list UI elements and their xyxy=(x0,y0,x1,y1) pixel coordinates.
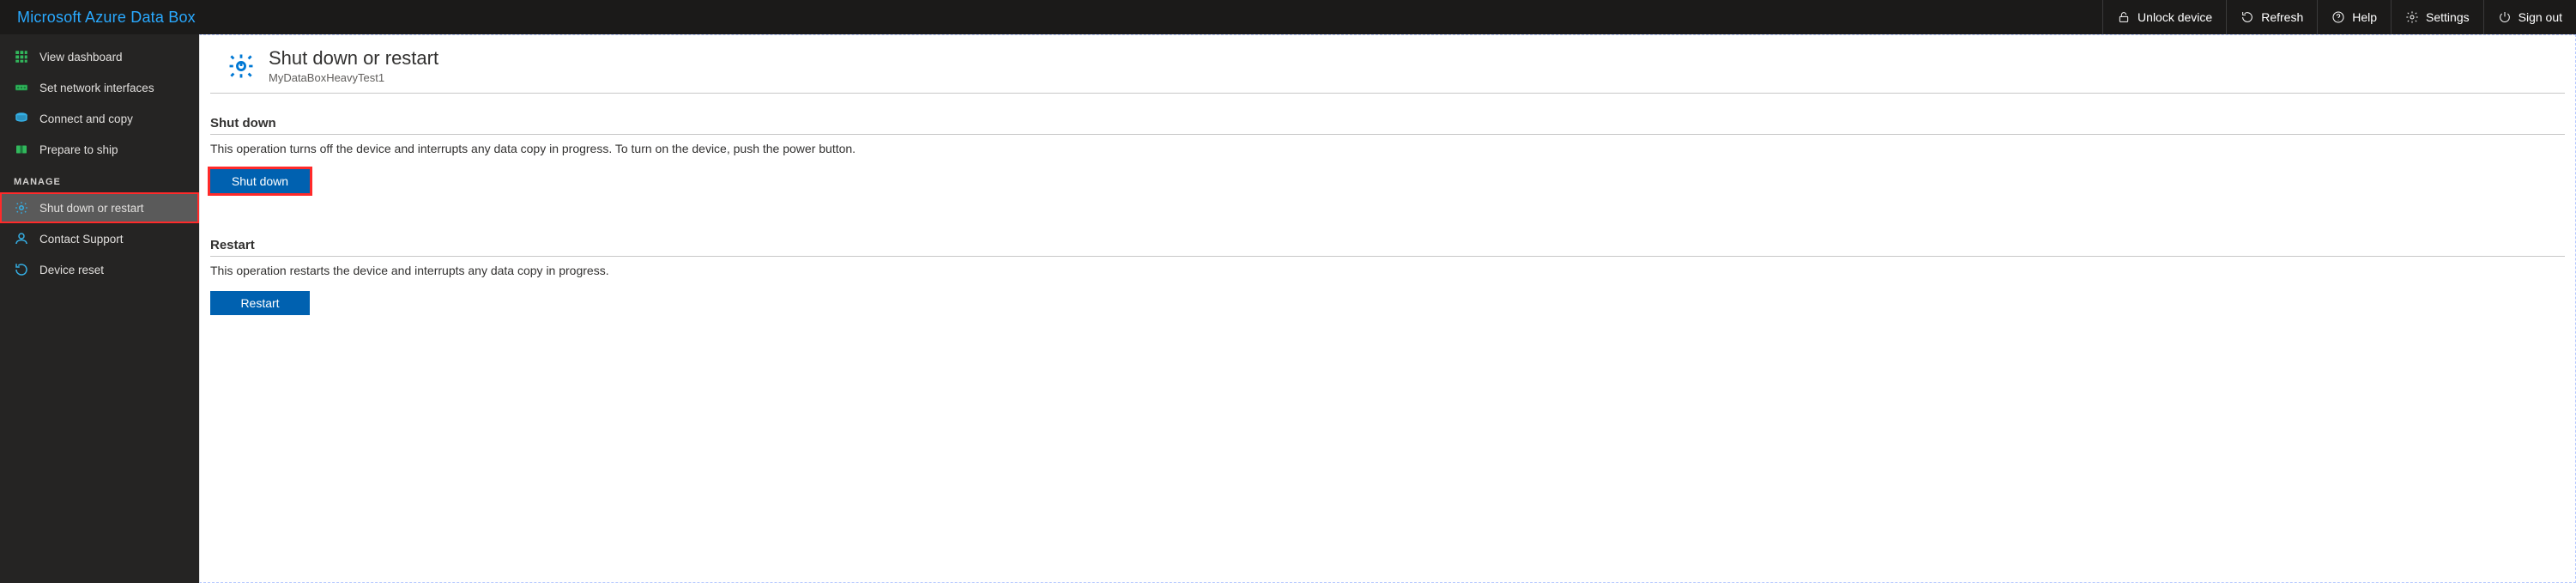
help-label: Help xyxy=(2352,10,2377,24)
help-icon xyxy=(2331,10,2345,24)
help-button[interactable]: Help xyxy=(2317,0,2391,34)
copy-icon xyxy=(14,111,29,126)
body-layout: View dashboard Set network interfaces Co… xyxy=(0,34,2576,583)
restart-button[interactable]: Restart xyxy=(210,291,310,315)
reset-icon xyxy=(14,262,29,277)
sidebar-item-prepare-ship[interactable]: Prepare to ship xyxy=(0,134,199,165)
restart-section: Restart This operation restarts the devi… xyxy=(200,216,2575,337)
refresh-icon xyxy=(2240,10,2254,24)
power-icon xyxy=(2498,10,2512,24)
sidebar-item-label: Prepare to ship xyxy=(39,143,118,156)
sidebar-item-label: Shut down or restart xyxy=(39,202,144,215)
ship-icon xyxy=(14,142,29,157)
brand-title: Microsoft Azure Data Box xyxy=(0,0,213,34)
refresh-button[interactable]: Refresh xyxy=(2226,0,2317,34)
unlock-device-label: Unlock device xyxy=(2138,10,2212,24)
sidebar: View dashboard Set network interfaces Co… xyxy=(0,34,199,583)
gear-icon xyxy=(2405,10,2419,24)
unlock-icon xyxy=(2117,10,2131,24)
refresh-label: Refresh xyxy=(2261,10,2303,24)
network-icon xyxy=(14,80,29,95)
sidebar-item-set-network[interactable]: Set network interfaces xyxy=(0,72,199,103)
support-icon xyxy=(14,231,29,246)
restart-description: This operation restarts the device and i… xyxy=(210,264,2565,277)
sidebar-item-contact-support[interactable]: Contact Support xyxy=(0,223,199,254)
shutdown-section: Shut down This operation turns off the d… xyxy=(200,94,2575,216)
sidebar-item-shutdown-restart[interactable]: Shut down or restart xyxy=(0,192,199,223)
settings-label: Settings xyxy=(2426,10,2470,24)
sidebar-item-label: Device reset xyxy=(39,264,104,276)
page-subtitle: MyDataBoxHeavyTest1 xyxy=(269,71,438,84)
signout-button[interactable]: Sign out xyxy=(2483,0,2576,34)
top-actions: Unlock device Refresh Help Settings Sign… xyxy=(2102,0,2576,34)
restart-heading: Restart xyxy=(210,224,2565,257)
shutdown-button[interactable]: Shut down xyxy=(210,169,310,193)
page-gear-icon xyxy=(226,51,257,82)
settings-button[interactable]: Settings xyxy=(2391,0,2483,34)
page-title: Shut down or restart xyxy=(269,47,438,70)
unlock-device-button[interactable]: Unlock device xyxy=(2102,0,2226,34)
top-bar: Microsoft Azure Data Box Unlock device R… xyxy=(0,0,2576,34)
sidebar-item-label: Contact Support xyxy=(39,233,124,246)
sidebar-item-label: Connect and copy xyxy=(39,112,133,125)
shutdown-description: This operation turns off the device and … xyxy=(210,142,2565,155)
signout-label: Sign out xyxy=(2519,10,2562,24)
sidebar-item-connect-copy[interactable]: Connect and copy xyxy=(0,103,199,134)
sidebar-item-label: View dashboard xyxy=(39,51,123,64)
sidebar-item-device-reset[interactable]: Device reset xyxy=(0,254,199,285)
page-header: Shut down or restart MyDataBoxHeavyTest1 xyxy=(210,35,2565,94)
topbar-spacer xyxy=(213,0,2102,34)
main-content: Shut down or restart MyDataBoxHeavyTest1… xyxy=(199,34,2576,583)
gear-icon xyxy=(14,200,29,216)
sidebar-item-view-dashboard[interactable]: View dashboard xyxy=(0,41,199,72)
sidebar-section-manage: MANAGE xyxy=(0,165,199,192)
page-titles: Shut down or restart MyDataBoxHeavyTest1 xyxy=(269,47,438,84)
shutdown-heading: Shut down xyxy=(210,102,2565,135)
sidebar-item-label: Set network interfaces xyxy=(39,82,154,94)
dashboard-icon xyxy=(14,49,29,64)
